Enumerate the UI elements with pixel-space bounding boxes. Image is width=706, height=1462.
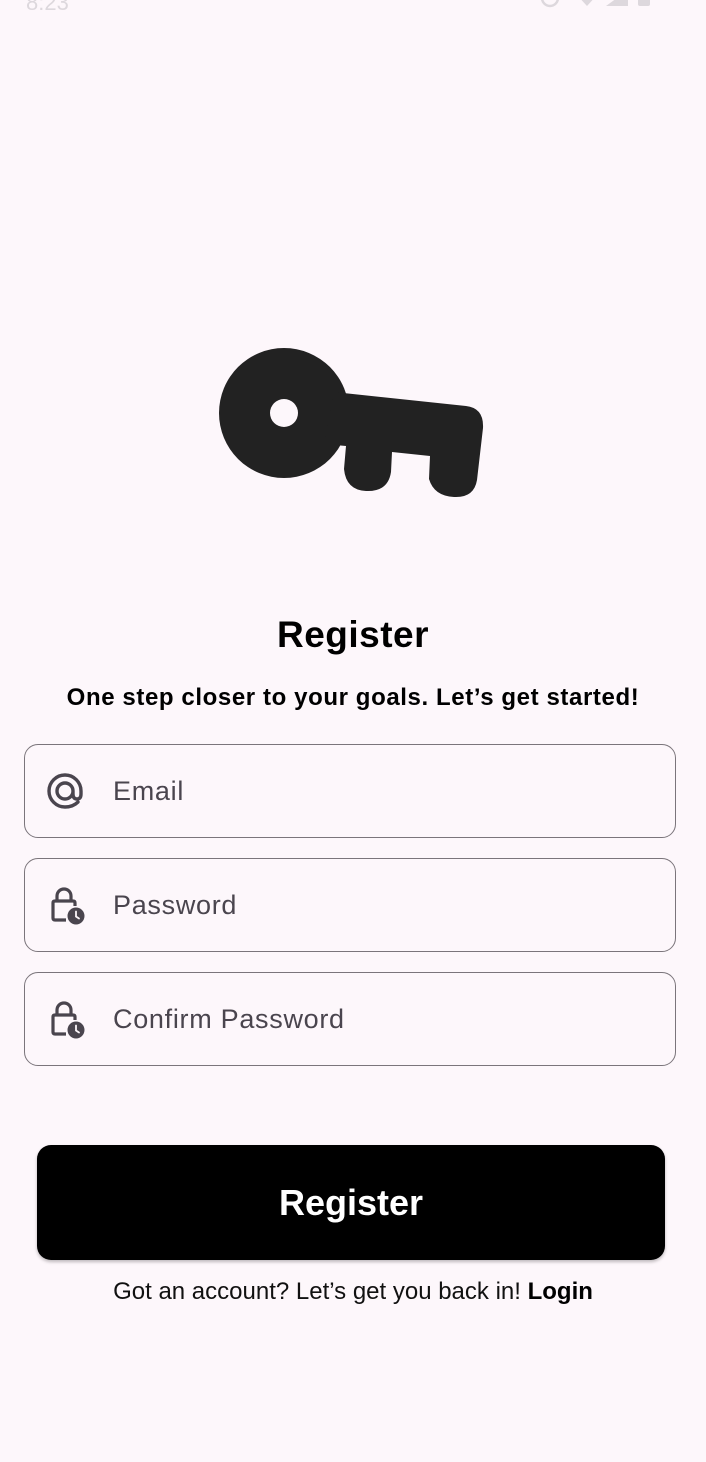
lock-clock-icon — [51, 887, 85, 925]
at-sign-icon — [47, 773, 83, 809]
status-icons — [540, 0, 650, 8]
status-bar: 8:23 — [0, 0, 706, 20]
page-subtitle: One step closer to your goals. Let’s get… — [66, 684, 640, 711]
login-prompt-text: Got an account? Let’s get you back in! — [113, 1278, 521, 1305]
page-title: Register — [276, 614, 430, 655]
login-prompt: Got an account? Let’s get you back in! L… — [0, 1278, 706, 1306]
status-time: 8:23 — [26, 0, 69, 15]
email-field[interactable] — [24, 744, 676, 838]
password-field[interactable] — [24, 858, 676, 952]
register-button[interactable]: Register — [37, 1145, 665, 1260]
email-input[interactable] — [113, 745, 653, 837]
password-input[interactable] — [113, 859, 653, 951]
confirm-password-field[interactable] — [24, 972, 676, 1066]
lock-clock-icon — [51, 1001, 85, 1039]
key-icon — [219, 348, 484, 498]
confirm-password-input[interactable] — [113, 973, 653, 1065]
login-link[interactable]: Login — [528, 1278, 593, 1305]
